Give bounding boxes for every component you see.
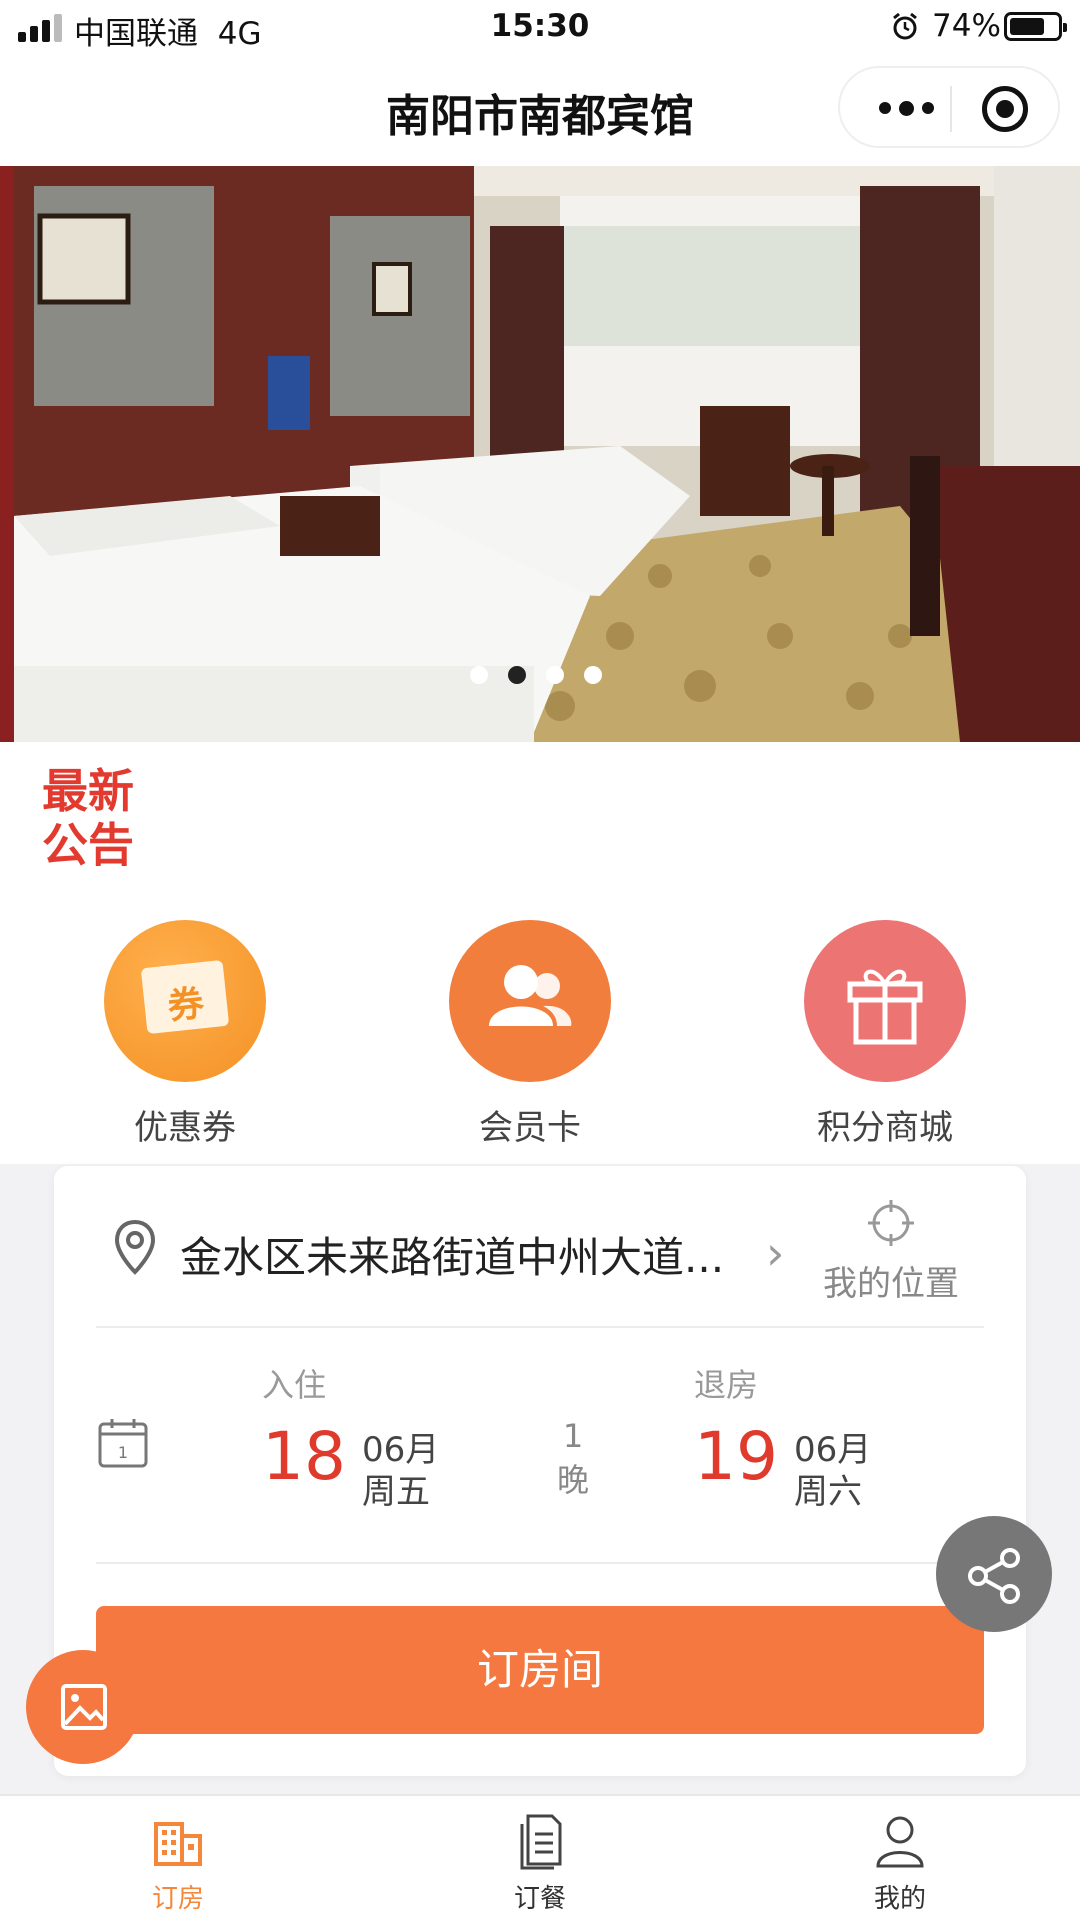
chevron-right-icon: › — [766, 1226, 785, 1280]
battery-icon — [1004, 12, 1067, 41]
coupon-shortcut[interactable]: 券 优惠券 — [55, 920, 315, 1149]
user-icon — [876, 1816, 924, 1868]
checkout-caption: 退房 — [694, 1366, 759, 1404]
checkout-date[interactable]: 退房 19 06月 周六 — [694, 1360, 871, 1512]
calendar-icon: 1 — [98, 1419, 148, 1468]
svg-text:1: 1 — [118, 1443, 128, 1462]
carousel-dot[interactable] — [508, 666, 526, 684]
banner-carousel[interactable] — [0, 166, 1080, 742]
checkin-date[interactable]: 入住 18 06月 周五 — [262, 1360, 439, 1512]
nights-count: 1 晚 — [556, 1417, 589, 1499]
image-icon — [61, 1684, 107, 1730]
booking-card: 金水区未来路街道中州大道... › 我的位置 1 入住 18 06月 周五 1 … — [54, 1166, 1026, 1776]
points-mall-shortcut[interactable]: 积分商城 — [755, 920, 1015, 1149]
tab-profile[interactable]: 我的 — [830, 1810, 970, 1915]
miniprogram-capsule — [838, 66, 1060, 148]
divider — [96, 1562, 984, 1564]
date-row: 1 入住 18 06月 周五 1 晚 退房 19 06月 周六 — [54, 1326, 1026, 1562]
members-icon — [449, 920, 611, 1082]
location-pin-icon — [114, 1219, 156, 1275]
checkout-weekday: 周六 — [794, 1472, 862, 1512]
tab-order-food[interactable]: 订餐 — [470, 1810, 610, 1915]
carousel-dot[interactable] — [584, 666, 602, 684]
member-card-shortcut[interactable]: 会员卡 — [400, 920, 660, 1149]
member-card-label: 会员卡 — [479, 1108, 581, 1148]
carousel-dot[interactable] — [470, 666, 488, 684]
points-mall-label: 积分商城 — [817, 1108, 953, 1148]
carousel-dot[interactable] — [546, 666, 564, 684]
tab-book-room[interactable]: 订房 — [108, 1810, 248, 1915]
gift-icon — [804, 920, 966, 1082]
building-icon — [154, 1822, 202, 1866]
hotel-room-photo — [0, 166, 1080, 742]
checkin-weekday: 周五 — [362, 1472, 430, 1512]
alarm-icon — [893, 12, 917, 40]
latest-notice-label[interactable]: 最新 公告 — [42, 764, 152, 872]
coupon-label: 优惠券 — [134, 1108, 236, 1148]
close-miniprogram-button[interactable] — [982, 86, 1028, 132]
checkout-day: 19 — [694, 1418, 778, 1495]
capsule-divider — [950, 86, 952, 132]
address-text: 金水区未来路街道中州大道... — [180, 1233, 725, 1282]
crosshair-icon — [868, 1200, 914, 1246]
more-menu-button[interactable] — [868, 90, 944, 126]
coupon-icon: 券 — [104, 920, 266, 1082]
battery-percent: 74% — [932, 8, 1001, 44]
address-row[interactable]: 金水区未来路街道中州大道... › 我的位置 — [54, 1166, 1026, 1326]
book-room-button[interactable]: 订房间 — [96, 1606, 984, 1734]
document-icon — [520, 1814, 562, 1870]
share-icon — [968, 1548, 1020, 1604]
gallery-button[interactable] — [26, 1650, 140, 1764]
status-bar: 中国联通 4G 15:30 74% — [0, 0, 1080, 56]
checkin-day: 18 — [262, 1418, 346, 1495]
checkin-caption: 入住 — [262, 1366, 327, 1404]
my-location-button[interactable]: 我的位置 — [816, 1198, 966, 1305]
carousel-indicator — [470, 666, 602, 684]
navigation-bar: 南阳市南都宾馆 — [0, 56, 1080, 166]
bottom-tab-bar: 订房 订餐 我的 — [0, 1794, 1080, 1920]
share-button[interactable] — [936, 1516, 1052, 1632]
